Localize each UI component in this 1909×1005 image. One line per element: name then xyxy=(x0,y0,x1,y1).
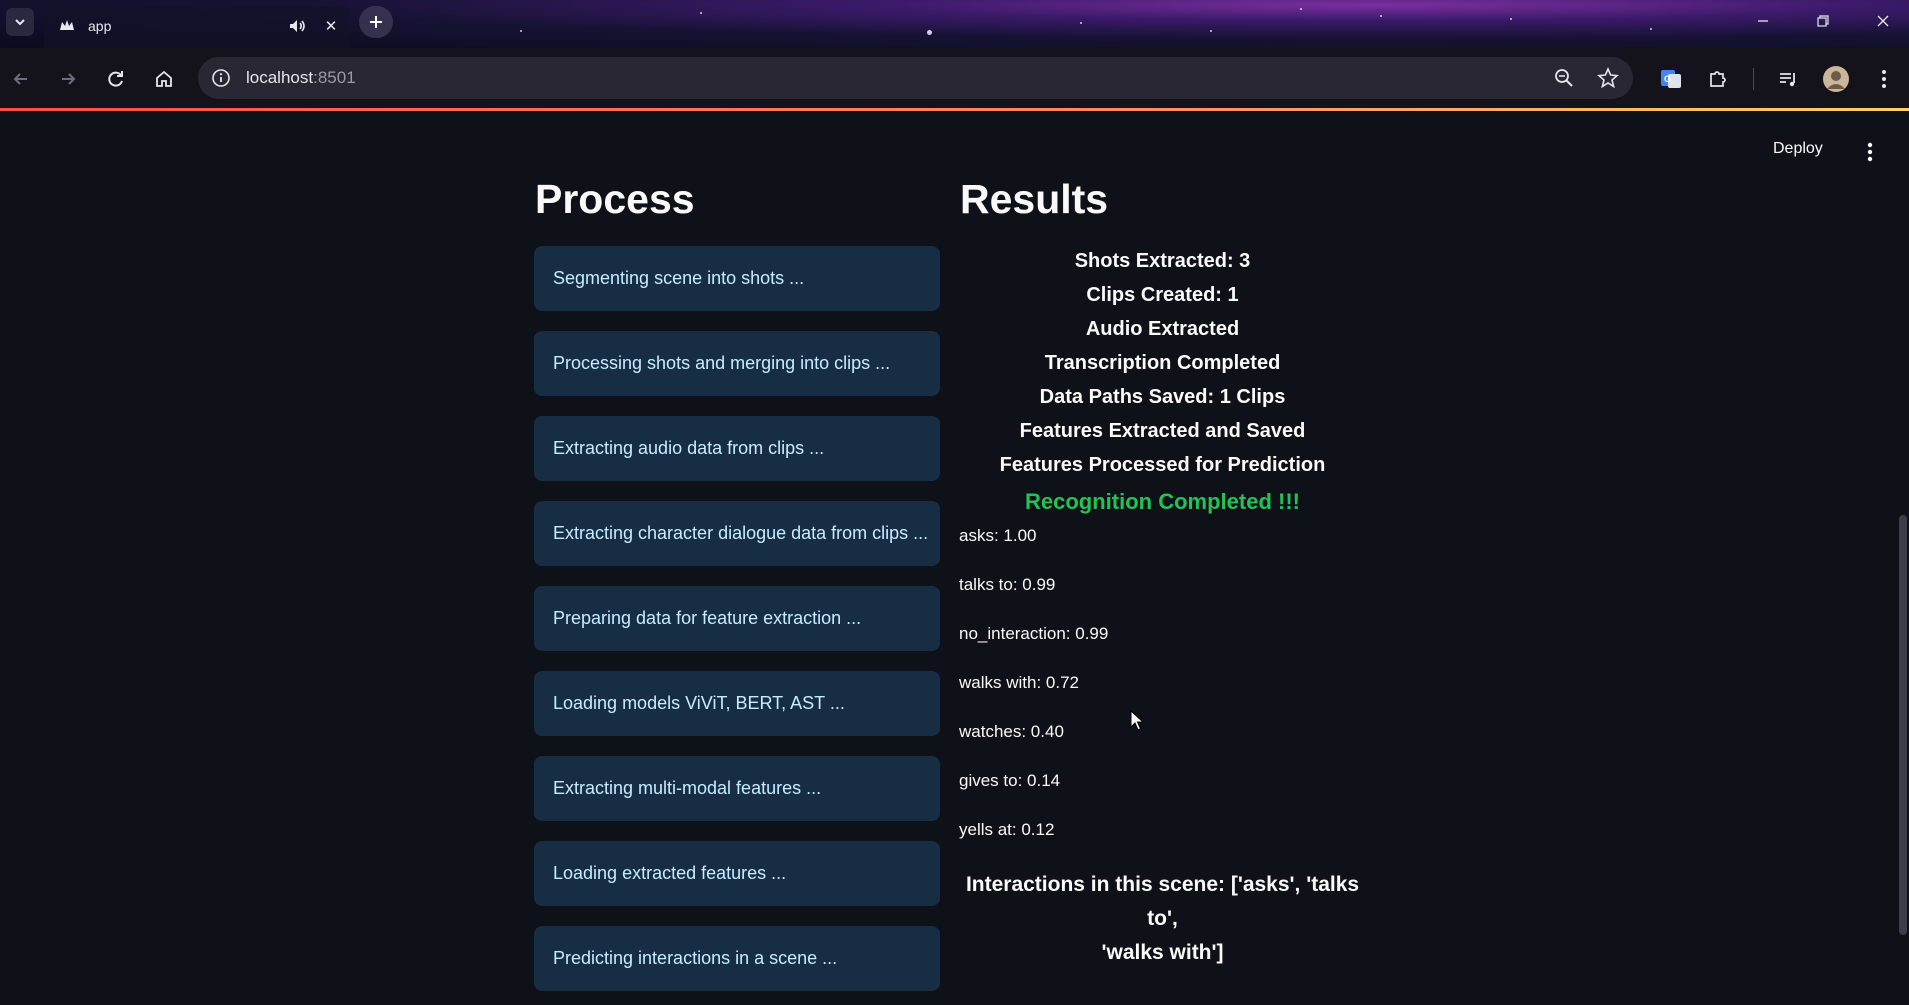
star-decoration xyxy=(1210,30,1212,32)
interactions-line-2: 'walks with'] xyxy=(1101,941,1224,964)
streamlit-crown-icon xyxy=(60,20,74,30)
star-decoration xyxy=(1300,8,1302,10)
deploy-button[interactable]: Deploy xyxy=(1773,140,1823,158)
star-decoration xyxy=(1080,22,1082,24)
browser-menu-button[interactable] xyxy=(1867,62,1901,96)
process-heading: Process xyxy=(535,176,695,222)
app-running-indicator xyxy=(0,108,1909,111)
address-bar[interactable]: localhost:8501 xyxy=(198,57,1633,99)
home-button[interactable] xyxy=(147,62,181,96)
restore-icon xyxy=(1817,15,1829,27)
back-button[interactable] xyxy=(4,62,38,96)
google-translate-icon: G xyxy=(1661,70,1681,88)
profile-button[interactable] xyxy=(1819,62,1853,96)
process-step-audio: Extracting audio data from clips ... xyxy=(534,416,940,481)
star-bookmark-icon[interactable] xyxy=(1597,67,1619,89)
process-step-multimodal-features: Extracting multi-modal features ... xyxy=(534,756,940,821)
summary-clips-created: Clips Created: 1 xyxy=(1086,284,1239,306)
star-decoration xyxy=(1650,28,1652,30)
vertical-dots-icon xyxy=(1882,70,1886,88)
summary-shots-extracted: Shots Extracted: 3 xyxy=(1074,250,1251,272)
process-step-merging-clips: Processing shots and merging into clips … xyxy=(534,331,940,396)
score-talks-to: talks to: 0.99 xyxy=(959,575,1056,594)
star-decoration xyxy=(927,30,932,35)
summary-features-processed: Features Processed for Prediction xyxy=(999,454,1326,476)
process-step-loading-features: Loading extracted features ... xyxy=(534,841,940,906)
browser-tab[interactable]: app ✕ xyxy=(44,6,350,48)
tab-search-button[interactable] xyxy=(6,8,34,36)
media-queue-icon xyxy=(1780,73,1795,87)
score-no-interaction: no_interaction: 0.99 xyxy=(959,624,1109,643)
site-info-icon[interactable] xyxy=(210,67,232,89)
avatar xyxy=(1823,66,1849,92)
summary-features-saved: Features Extracted and Saved xyxy=(1019,420,1306,442)
process-step-segmenting: Segmenting scene into shots ... xyxy=(534,246,940,311)
arrow-left-icon xyxy=(13,73,27,85)
close-window-button[interactable] xyxy=(1853,0,1909,42)
browser-toolbar: localhost:8501 G xyxy=(0,48,1909,109)
score-yells-at: yells at: 0.12 xyxy=(959,820,1055,839)
summary-transcription: Transcription Completed xyxy=(1044,352,1281,374)
star-decoration xyxy=(1510,18,1512,20)
chevron-down-icon xyxy=(15,19,25,26)
minimize-button[interactable] xyxy=(1733,0,1793,42)
arrow-right-icon xyxy=(62,73,76,85)
media-control-button[interactable] xyxy=(1771,62,1805,96)
svg-text:G: G xyxy=(1664,74,1671,84)
score-watches: watches: 0.40 xyxy=(959,722,1064,741)
star-decoration xyxy=(700,12,702,14)
star-decoration xyxy=(1380,15,1382,17)
score-asks: asks: 1.00 xyxy=(959,526,1037,545)
restore-button[interactable] xyxy=(1793,0,1853,42)
minimize-icon xyxy=(1758,20,1768,22)
puzzle-icon xyxy=(1710,71,1726,87)
score-gives-to: gives to: 0.14 xyxy=(959,771,1061,790)
process-step-loading-models: Loading models ViViT, BERT, AST ... xyxy=(534,671,940,736)
close-icon xyxy=(1877,15,1889,27)
star-decoration xyxy=(520,30,522,32)
tab-title: app xyxy=(88,18,112,34)
summary-audio-extracted: Audio Extracted xyxy=(1085,318,1240,340)
zoom-icon[interactable] xyxy=(1553,67,1575,89)
process-step-dialogue: Extracting character dialogue data from … xyxy=(534,501,940,566)
new-tab-button[interactable] xyxy=(359,6,393,38)
forward-button[interactable] xyxy=(51,62,85,96)
url-host: localhost xyxy=(246,68,314,87)
url-port: :8501 xyxy=(313,68,356,87)
process-step-preparing-data: Preparing data for feature extraction ..… xyxy=(534,586,940,651)
recognition-completed-message: Recognition Completed !!! xyxy=(1025,489,1300,514)
scene-interactions-summary: Interactions in this scene: ['asks', 'ta… xyxy=(955,868,1370,970)
app-menu-icon[interactable] xyxy=(1860,140,1880,164)
mouse-cursor-icon xyxy=(1130,710,1144,731)
summary-data-paths: Data Paths Saved: 1 Clips xyxy=(1039,386,1286,408)
reload-button[interactable] xyxy=(99,62,133,96)
extensions-button[interactable] xyxy=(1701,62,1735,96)
interactions-line-1: Interactions in this scene: ['asks', 'ta… xyxy=(965,873,1360,930)
process-step-predicting: Predicting interactions in a scene ... xyxy=(534,926,940,991)
home-icon xyxy=(156,70,172,87)
reload-icon xyxy=(108,71,123,87)
score-walks-with: walks with: 0.72 xyxy=(959,673,1079,692)
results-heading: Results xyxy=(960,176,1109,222)
translate-extension-button[interactable]: G xyxy=(1654,62,1688,96)
close-tab-icon[interactable]: ✕ xyxy=(320,15,342,37)
speaker-icon[interactable] xyxy=(286,15,308,37)
browser-title-bar: app ✕ xyxy=(0,0,1909,48)
page-scrollbar[interactable] xyxy=(1899,515,1907,935)
toolbar-divider xyxy=(1753,68,1754,90)
url-text: localhost:8501 xyxy=(246,68,356,88)
plus-icon xyxy=(370,16,382,28)
